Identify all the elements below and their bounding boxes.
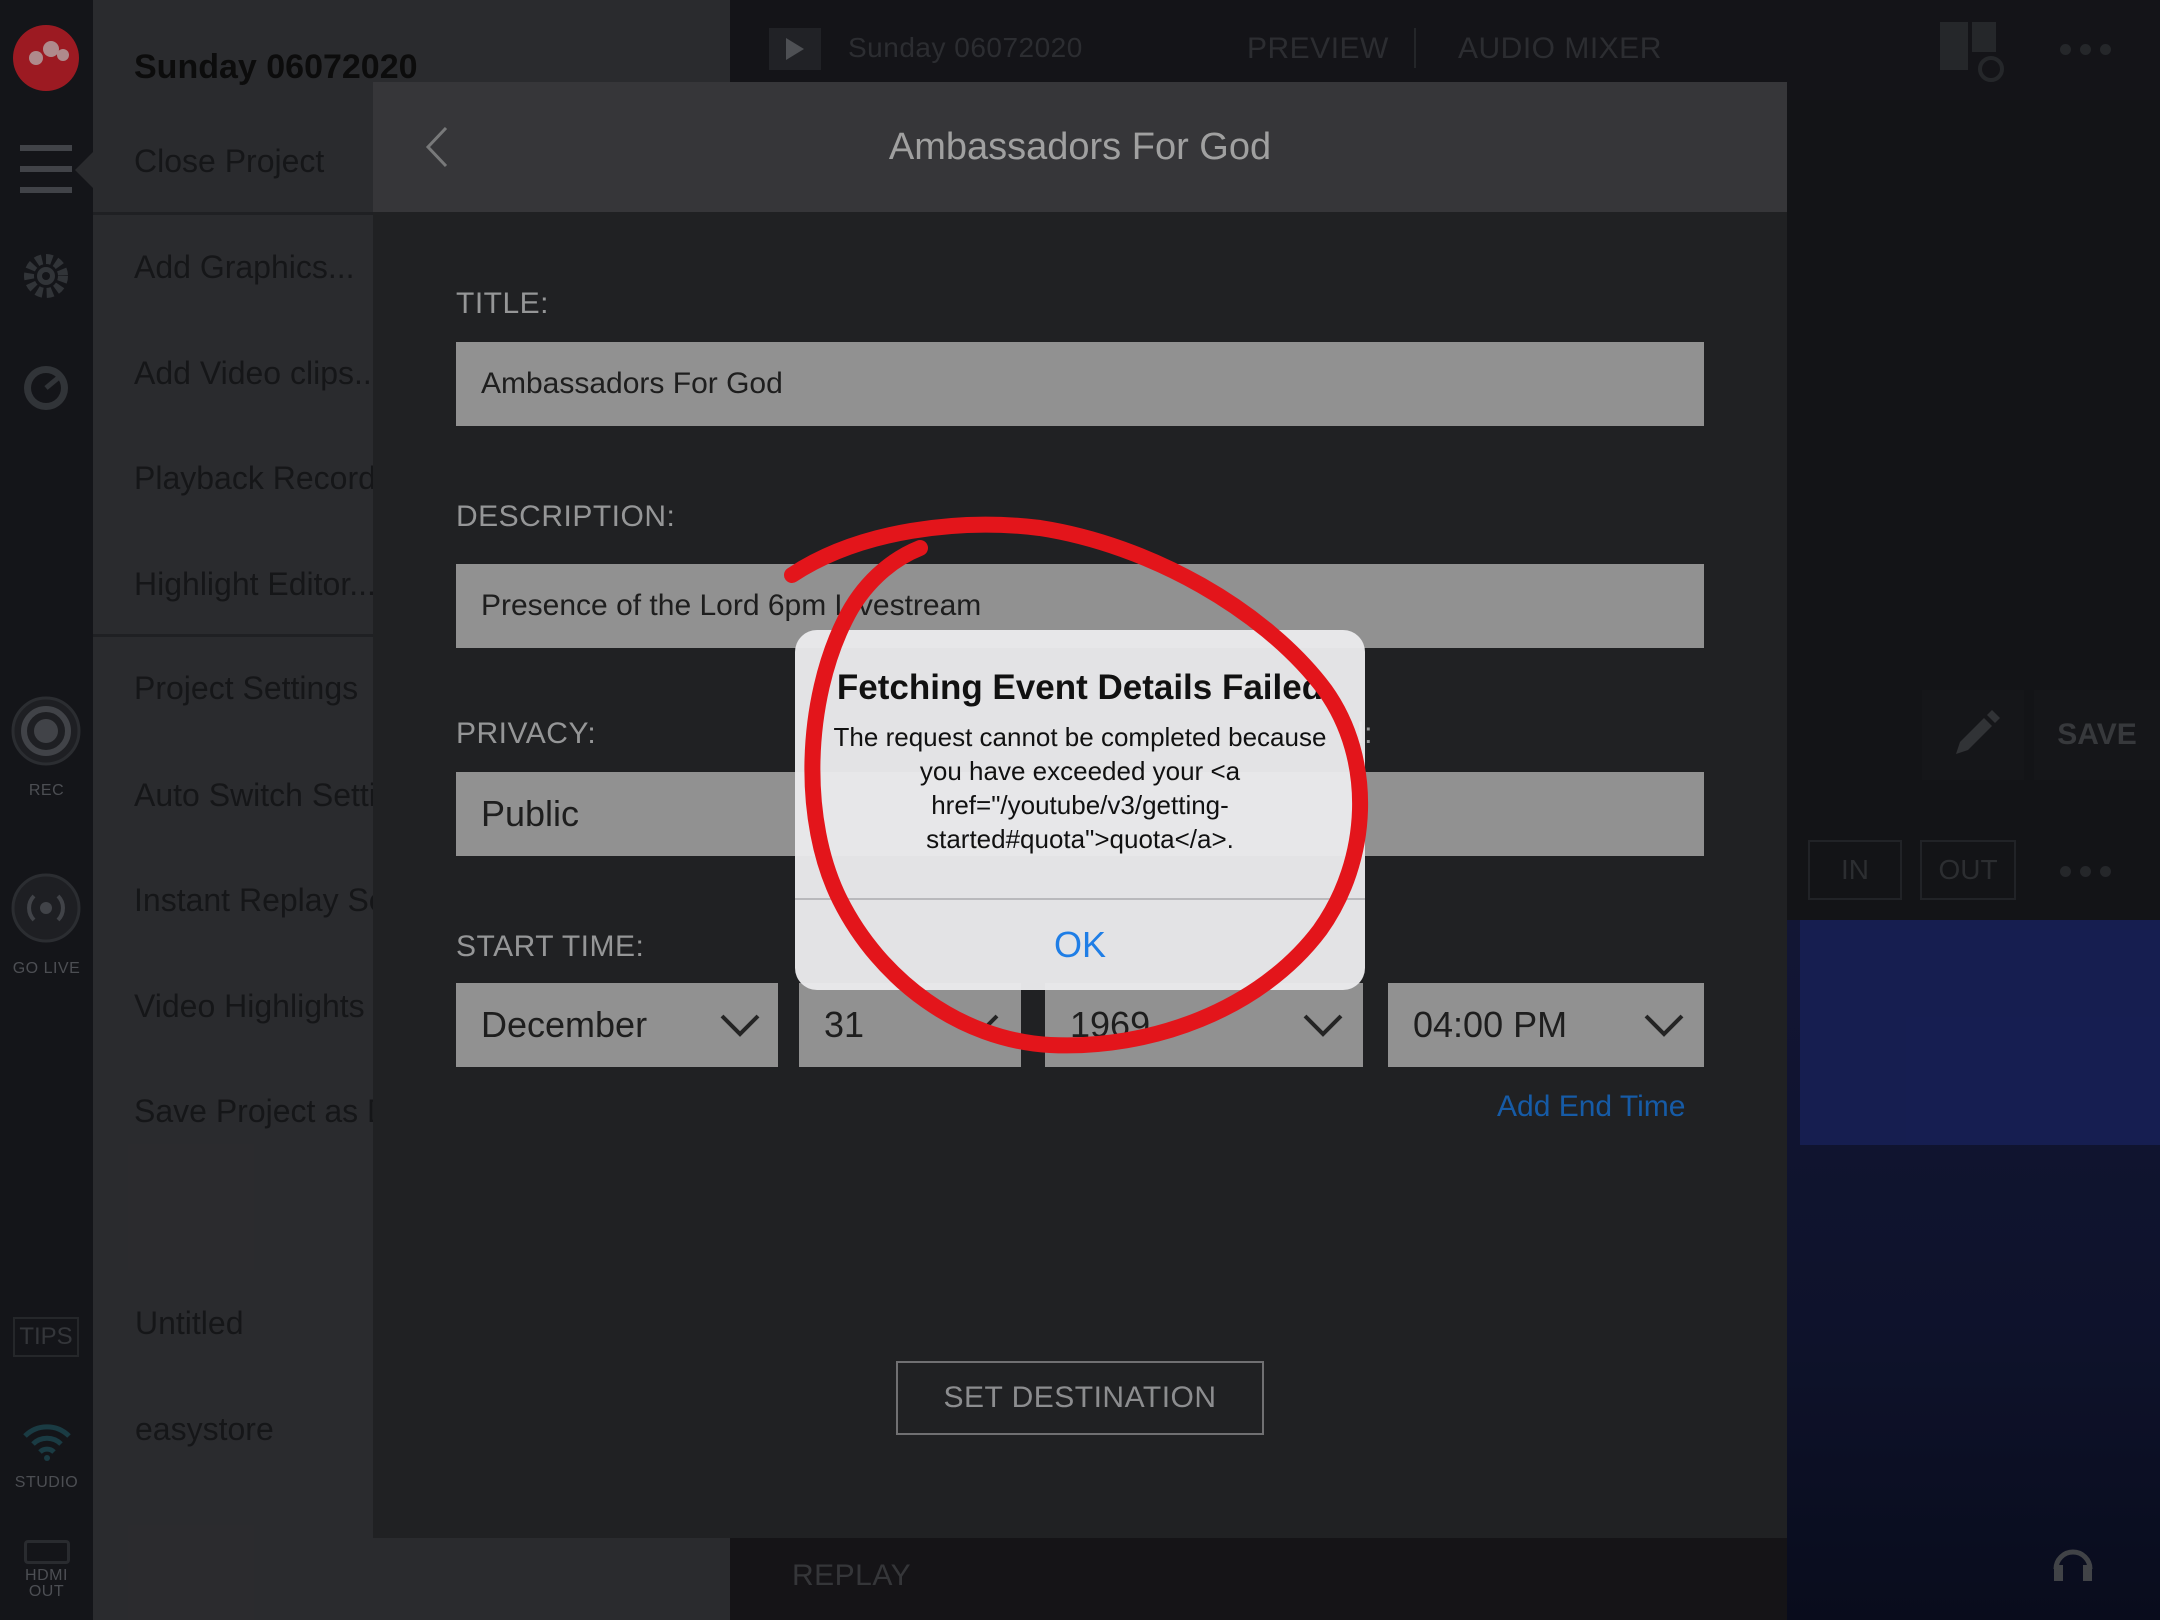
alert-ok-button[interactable]: OK (795, 900, 1365, 990)
alert-message: The request cannot be completed because … (833, 722, 1327, 854)
alert-title: Fetching Event Details Failed (836, 668, 1324, 707)
